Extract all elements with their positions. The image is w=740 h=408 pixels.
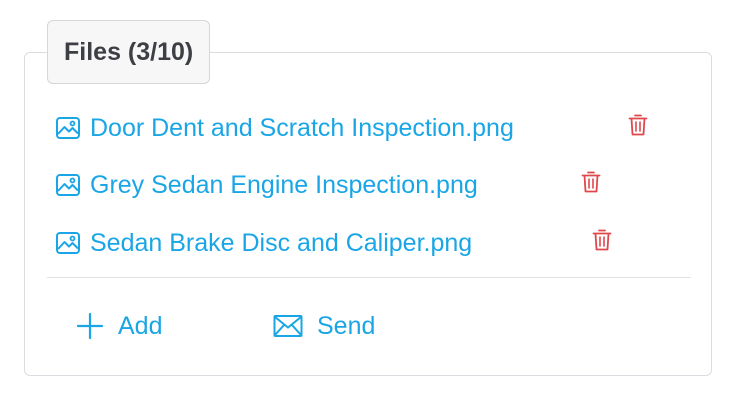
add-file-button[interactable]: Add: [76, 308, 162, 344]
delete-file-3-button[interactable]: [591, 229, 613, 255]
file-link-2[interactable]: Grey Sedan Engine Inspection.png: [55, 167, 478, 203]
file-name: Sedan Brake Disc and Caliper.png: [90, 228, 473, 257]
image-icon: [55, 172, 81, 198]
delete-file-2-button[interactable]: [580, 171, 602, 197]
file-link-3[interactable]: Sedan Brake Disc and Caliper.png: [55, 225, 472, 261]
trash-icon: [581, 170, 601, 199]
envelope-icon: [273, 314, 303, 338]
send-button[interactable]: Send: [273, 308, 375, 344]
files-title-text: Files (3/10): [64, 37, 194, 66]
trash-icon: [628, 113, 648, 142]
file-link-1[interactable]: Door Dent and Scratch Inspection.png: [55, 110, 514, 146]
add-label: Add: [118, 311, 163, 340]
file-name: Door Dent and Scratch Inspection.png: [90, 113, 514, 142]
file-name: Grey Sedan Engine Inspection.png: [90, 170, 478, 199]
divider: [47, 277, 691, 278]
files-panel-title: Files (3/10): [47, 20, 211, 84]
send-label: Send: [317, 311, 376, 340]
image-icon: [55, 230, 81, 256]
delete-file-1-button[interactable]: [627, 114, 649, 140]
plus-icon: [76, 312, 104, 340]
trash-icon: [592, 228, 612, 257]
image-icon: [55, 115, 81, 141]
